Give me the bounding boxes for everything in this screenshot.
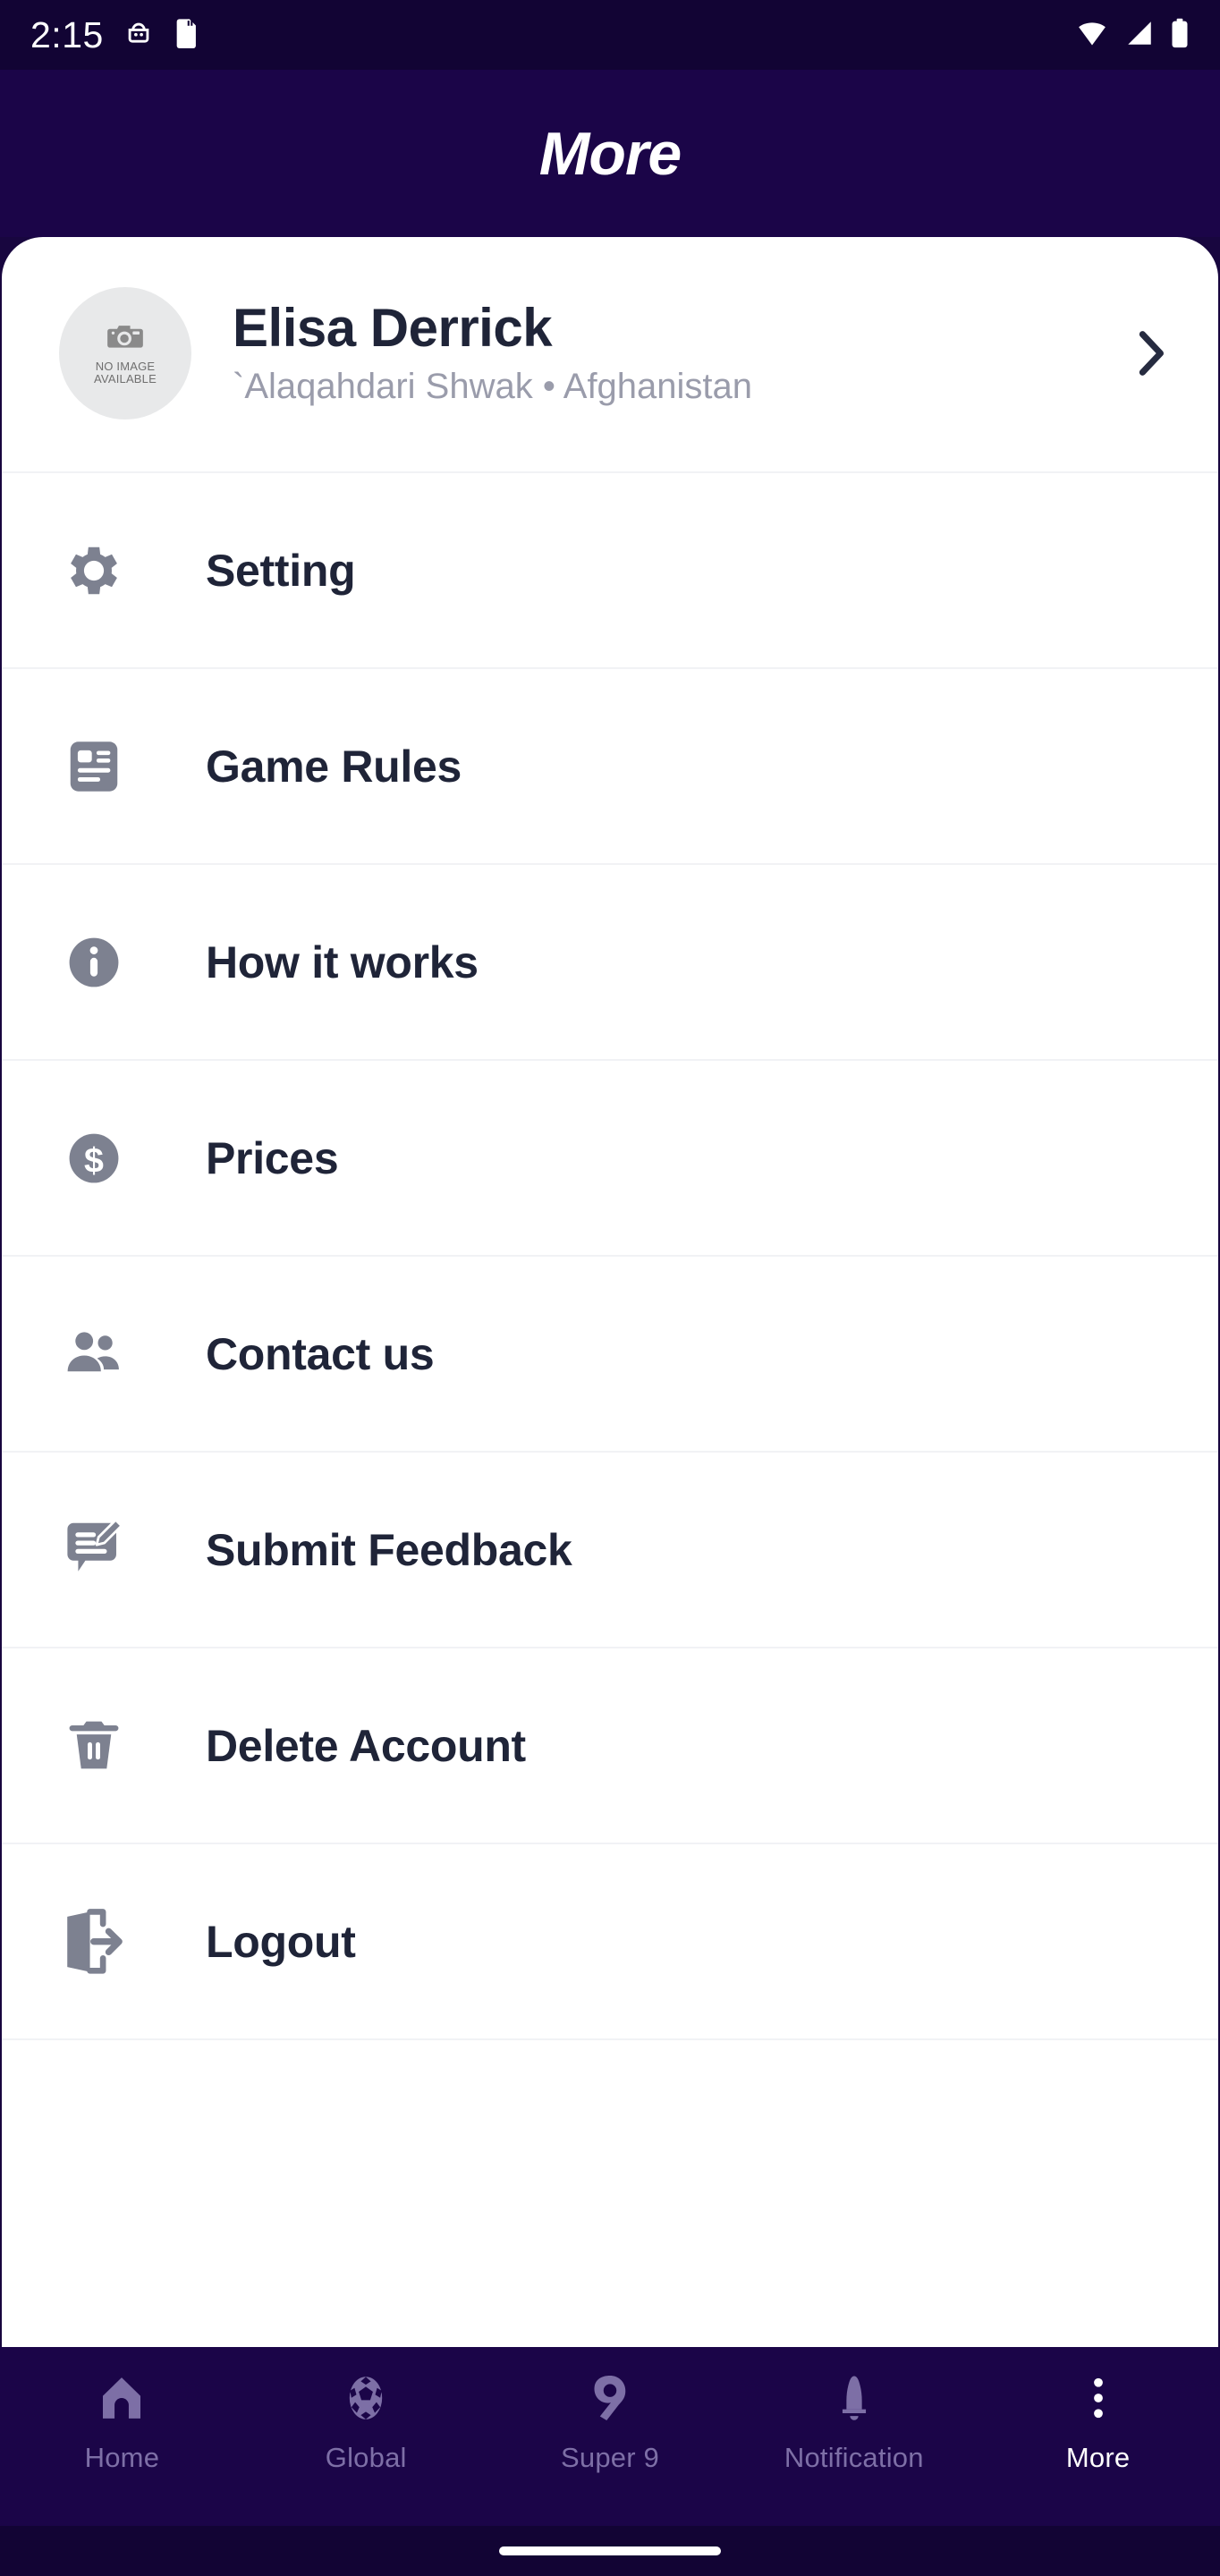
nav-item-more[interactable]: More: [976, 2370, 1220, 2474]
content-sheet: NO IMAGE AVAILABLE Elisa Derrick `Alaqah…: [2, 237, 1218, 2347]
camera-icon: [107, 322, 143, 355]
nav-item-notification[interactable]: Notification: [732, 2370, 976, 2474]
avatar-placeholder-line2: AVAILABLE: [94, 371, 157, 386]
menu-item-submit-feedback[interactable]: Submit Feedback: [2, 1453, 1218, 1648]
avatar-placeholder-line1: NO IMAGE: [95, 359, 156, 373]
nav-item-label: More: [1065, 2442, 1131, 2473]
menu-item-delete-account[interactable]: Delete Account: [2, 1648, 1218, 1844]
sheet-empty-space: [2, 2040, 1218, 2347]
app-screen: 2:15 More NO IMAGE AVAILABLE Elisa Derri…: [0, 0, 1220, 2576]
article-icon: [59, 732, 129, 801]
home-icon: [97, 2370, 147, 2426]
status-bar: 2:15: [0, 0, 1220, 70]
menu-item-label: Game Rules: [206, 741, 462, 792]
gesture-pill[interactable]: [499, 2546, 721, 2555]
soccer-ball-icon: [341, 2370, 391, 2426]
logout-door-icon: [59, 1907, 129, 1977]
battery-icon: [1170, 18, 1190, 53]
status-bar-clock: 2:15: [30, 13, 104, 55]
nav-item-label: Global: [325, 2442, 407, 2473]
nav-item-super9[interactable]: Super 9: [488, 2370, 733, 2474]
app-header: More: [0, 70, 1220, 237]
menu-item-how-it-works[interactable]: How it works: [2, 865, 1218, 1061]
gear-icon: [59, 536, 129, 606]
menu-item-contact-us[interactable]: Contact us: [2, 1257, 1218, 1453]
menu-item-logout[interactable]: Logout: [2, 1844, 1218, 2040]
sd-card-icon: [174, 18, 200, 53]
super9-icon: [585, 2370, 635, 2426]
cellular-signal-icon: [1123, 18, 1156, 53]
profile-text: Elisa Derrick `Alaqahdari Shwak • Afghan…: [233, 300, 1111, 407]
menu-item-label: Submit Feedback: [206, 1524, 572, 1575]
profile-location: `Alaqahdari Shwak • Afghanistan: [233, 366, 753, 406]
menu-item-label: Setting: [206, 545, 356, 596]
feedback-pencil-icon: [59, 1515, 129, 1585]
nav-item-label: Notification: [784, 2442, 924, 2473]
menu-list: Setting Game Rules How it works $ Prices…: [2, 473, 1218, 2040]
menu-item-label: How it works: [206, 936, 479, 987]
menu-item-setting[interactable]: Setting: [2, 473, 1218, 669]
more-dots-icon: [1073, 2370, 1123, 2426]
dollar-circle-icon: $: [59, 1123, 129, 1193]
bottom-navigation-bar: Home Global Super 9 Notification More: [0, 2347, 1220, 2526]
page-title: More: [538, 119, 682, 188]
trash-icon: [59, 1711, 129, 1781]
nav-item-home[interactable]: Home: [0, 2370, 244, 2474]
wifi-icon: [1075, 18, 1109, 53]
info-circle-icon: [59, 928, 129, 997]
avatar: NO IMAGE AVAILABLE: [59, 287, 191, 419]
svg-text:$: $: [84, 1140, 104, 1180]
nav-item-global[interactable]: Global: [244, 2370, 488, 2474]
nav-item-label: Home: [84, 2442, 160, 2473]
chevron-right-icon[interactable]: [1125, 326, 1179, 380]
nav-item-label: Super 9: [561, 2442, 659, 2473]
menu-item-label: Contact us: [206, 1328, 435, 1379]
profile-name: Elisa Derrick: [233, 298, 553, 359]
menu-item-label: Logout: [206, 1916, 356, 1967]
menu-item-label: Prices: [206, 1132, 339, 1183]
bell-icon: [829, 2370, 879, 2426]
profile-row[interactable]: NO IMAGE AVAILABLE Elisa Derrick `Alaqah…: [2, 237, 1218, 473]
menu-item-game-rules[interactable]: Game Rules: [2, 669, 1218, 865]
people-icon: [59, 1319, 129, 1389]
gesture-navigation-bar: [0, 2526, 1220, 2576]
menu-item-label: Delete Account: [206, 1720, 526, 1771]
status-bar-right: [1075, 18, 1190, 53]
android-debug-icon: [123, 18, 154, 53]
menu-item-prices[interactable]: $ Prices: [2, 1061, 1218, 1257]
status-bar-left: 2:15: [30, 14, 200, 56]
